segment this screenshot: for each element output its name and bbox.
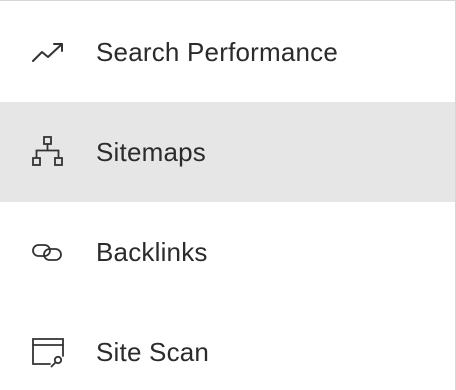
- menu-item-backlinks[interactable]: Backlinks: [0, 202, 455, 302]
- menu-item-label: Sitemaps: [96, 136, 206, 167]
- trending-up-icon: [30, 34, 66, 70]
- menu-item-label: Search Performance: [96, 36, 339, 67]
- navigation-menu: Search Performance Sitemaps Backlinks Si…: [0, 0, 456, 390]
- link-icon: [30, 234, 66, 270]
- menu-item-site-scan[interactable]: Site Scan: [0, 302, 455, 390]
- sitemap-icon: [30, 134, 66, 170]
- menu-item-label: Site Scan: [96, 336, 210, 367]
- menu-item-label: Backlinks: [96, 236, 208, 267]
- menu-item-sitemaps[interactable]: Sitemaps: [0, 102, 455, 202]
- menu-item-search-performance[interactable]: Search Performance: [0, 2, 455, 102]
- site-scan-icon: [30, 334, 66, 370]
